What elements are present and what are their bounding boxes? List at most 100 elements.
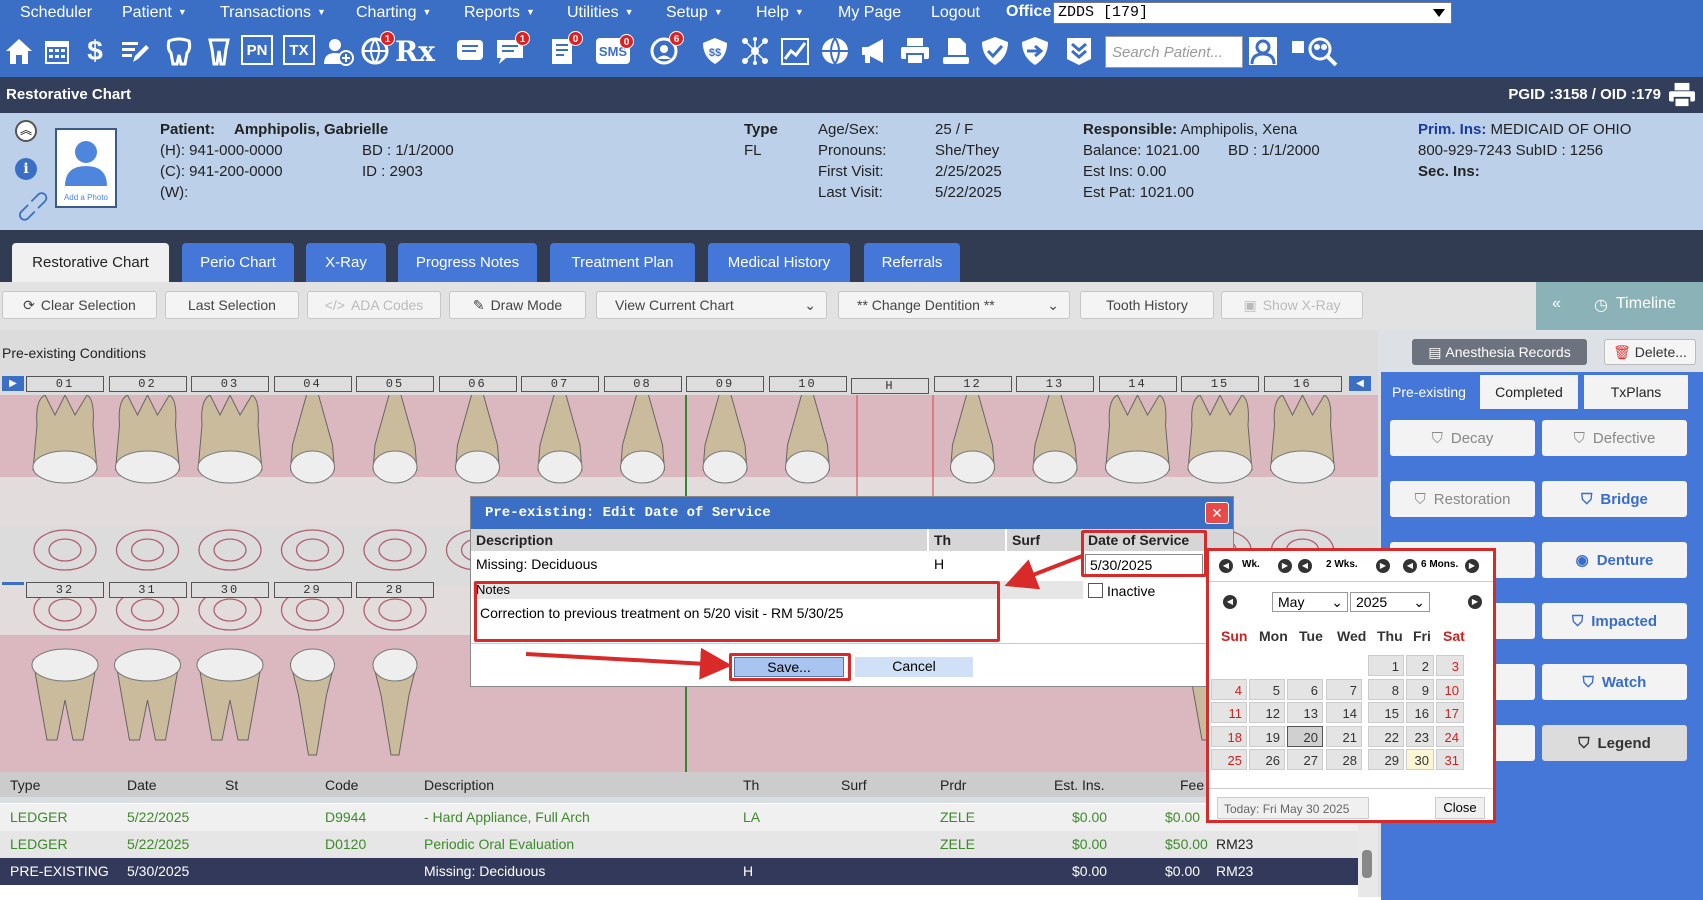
column-fee[interactable]: Fee xyxy=(1180,772,1204,797)
denture-button[interactable]: ◉ Denture xyxy=(1542,542,1687,578)
tab-completed[interactable]: Completed xyxy=(1480,375,1578,409)
close-icon[interactable]: ✕ xyxy=(1205,502,1229,524)
column-surface[interactable]: Surf xyxy=(841,772,867,797)
anesthesia-records-button[interactable]: ▤ Anesthesia Records xyxy=(1412,339,1587,365)
tooth-header-04[interactable]: 04 xyxy=(273,376,352,392)
clear-selection-button[interactable]: ⟳ Clear Selection xyxy=(2,291,157,319)
calendar-day[interactable]: 5 xyxy=(1249,678,1285,700)
menu-charting[interactable]: Charting ▼ xyxy=(356,4,431,22)
inactive-checkbox[interactable] xyxy=(1088,583,1103,598)
tooth-chart-icon[interactable] xyxy=(163,35,195,67)
tooth-header-05[interactable]: 05 xyxy=(356,376,434,392)
prev-month-icon[interactable]: ◀ xyxy=(1223,595,1237,609)
megaphone-icon[interactable] xyxy=(859,35,891,67)
delete-button[interactable]: 🗑 Delete... xyxy=(1604,339,1696,365)
menu-reports[interactable]: Reports ▼ xyxy=(464,4,535,22)
timeline-panel-toggle[interactable]: « ◷ Timeline xyxy=(1536,282,1703,330)
calendar-day[interactable]: 11 xyxy=(1211,702,1247,723)
prescription-icon[interactable]: Rx xyxy=(395,35,435,68)
sms-icon[interactable]: SMS 0 xyxy=(596,34,634,64)
calendar-day[interactable]: 31 xyxy=(1436,749,1464,770)
table-row[interactable]: LEDGER 5/22/2025 D0120 Periodic Oral Evalua… xyxy=(0,831,1358,858)
analytics-icon[interactable] xyxy=(779,35,811,67)
calendar-day[interactable]: 26 xyxy=(1249,749,1285,770)
family-search-icon[interactable] xyxy=(1290,35,1340,67)
tab-restorative-chart[interactable]: Restorative Chart xyxy=(12,243,169,282)
checklist-icon[interactable]: 0 xyxy=(547,31,583,67)
tooth-header-03[interactable]: 03 xyxy=(191,376,269,392)
menu-patient[interactable]: Patient ▼ xyxy=(122,4,187,22)
tab-x-ray[interactable]: X-Ray xyxy=(306,243,386,282)
recall-icon[interactable]: 6 xyxy=(648,31,684,67)
tooth-header-15[interactable]: 15 xyxy=(1181,376,1259,392)
network-icon[interactable] xyxy=(739,35,771,67)
show-x-ray-button[interactable]: ▣ Show X-Ray xyxy=(1221,291,1363,319)
home-icon[interactable] xyxy=(3,35,35,67)
patient-search-input[interactable]: Search Patient... xyxy=(1105,36,1243,68)
next-6-months-icon[interactable]: ▶ xyxy=(1465,559,1479,573)
menu-logout[interactable]: Logout xyxy=(931,4,980,22)
calendar-day[interactable]: 12 xyxy=(1249,702,1285,723)
calendar-day[interactable]: 25 xyxy=(1211,749,1247,770)
bridge-button[interactable]: ⛉ Bridge xyxy=(1542,481,1687,517)
restoration-button[interactable]: ⛉ Restoration xyxy=(1390,481,1535,517)
treatment-icon[interactable]: TX xyxy=(283,35,315,65)
shield-check-icon[interactable] xyxy=(979,35,1011,67)
menu-my-page[interactable]: My Page xyxy=(838,4,901,22)
calendar-day[interactable]: 30 xyxy=(1406,749,1434,770)
tooth-header-31[interactable]: 31 xyxy=(108,582,187,598)
scanner-icon[interactable] xyxy=(940,35,972,67)
menu-setup[interactable]: Setup ▼ xyxy=(666,4,723,22)
office-select[interactable]: ZDDS [179] xyxy=(1053,2,1452,24)
globe-icon[interactable]: 1 xyxy=(359,31,395,67)
web-icon[interactable] xyxy=(819,35,851,67)
message-icon[interactable] xyxy=(454,35,486,67)
calendar-day[interactable]: 17 xyxy=(1436,702,1464,723)
tab-txplans[interactable]: TxPlans xyxy=(1584,375,1688,409)
tooth-header-06[interactable]: 06 xyxy=(438,376,517,392)
shield-arrow-icon[interactable] xyxy=(1019,35,1051,67)
prev-week-icon[interactable]: ◀ xyxy=(1219,559,1233,573)
calendar-day[interactable]: 18 xyxy=(1211,725,1247,747)
next-2-weeks-icon[interactable]: ▶ xyxy=(1376,559,1390,573)
calendar-day[interactable]: 13 xyxy=(1287,702,1323,723)
column-type[interactable]: Type xyxy=(10,772,40,797)
calendar-day[interactable]: 28 xyxy=(1326,749,1362,770)
calendar-day[interactable]: 19 xyxy=(1249,725,1285,747)
calendar-day[interactable]: 1 xyxy=(1368,655,1404,676)
calendar-day[interactable]: 20 xyxy=(1287,725,1323,747)
table-row[interactable]: PRE-EXISTING 5/30/2025 Missing: Deciduous H… xyxy=(0,858,1358,885)
tab-progress-notes[interactable]: Progress Notes xyxy=(398,243,537,282)
tooth-header-08[interactable]: 08 xyxy=(603,376,682,392)
tooth-header-32[interactable]: 32 xyxy=(26,582,104,598)
tooth-header-30[interactable]: 30 xyxy=(191,582,269,598)
year-select[interactable]: 2025 ⌄ xyxy=(1350,592,1430,612)
column-date[interactable]: Date xyxy=(127,772,157,797)
paperclip-icon[interactable]: ⊂⊃ xyxy=(9,182,58,231)
tooth-header-29[interactable]: 29 xyxy=(273,582,352,598)
impacted-button[interactable]: ⛉ Impacted xyxy=(1542,603,1687,639)
calendar-day[interactable]: 16 xyxy=(1406,702,1434,723)
perio-icon[interactable] xyxy=(203,35,235,67)
calendar-day[interactable]: 3 xyxy=(1436,655,1464,676)
calendar-day[interactable]: 6 xyxy=(1287,678,1323,700)
calendar-day[interactable]: 21 xyxy=(1326,725,1362,747)
tooth-header-10[interactable]: 10 xyxy=(768,376,847,392)
add-patient-icon[interactable] xyxy=(322,35,354,67)
calendar-day[interactable]: 4 xyxy=(1211,678,1247,700)
calendar-day[interactable]: 22 xyxy=(1368,725,1404,747)
calendar-day[interactable]: 27 xyxy=(1287,749,1323,770)
dollar-icon[interactable]: $ xyxy=(79,35,111,67)
column-description[interactable]: Description xyxy=(424,772,494,797)
calendar-day[interactable]: 8 xyxy=(1368,678,1404,700)
decay-button[interactable]: ⛉ Decay xyxy=(1390,420,1535,456)
calendar-day[interactable]: 29 xyxy=(1368,749,1404,770)
tooth-header-09[interactable]: 09 xyxy=(686,376,764,392)
tooth-header-16[interactable]: 16 xyxy=(1263,376,1342,392)
prev-2-weeks-icon[interactable]: ◀ xyxy=(1298,559,1312,573)
tooth-history-button[interactable]: Tooth History xyxy=(1080,291,1214,319)
printer-icon[interactable] xyxy=(1667,82,1697,111)
close-button[interactable]: Close xyxy=(1435,797,1485,819)
tooth-header-01[interactable]: 01 xyxy=(26,376,104,392)
tooth-header-07[interactable]: 07 xyxy=(521,376,599,392)
